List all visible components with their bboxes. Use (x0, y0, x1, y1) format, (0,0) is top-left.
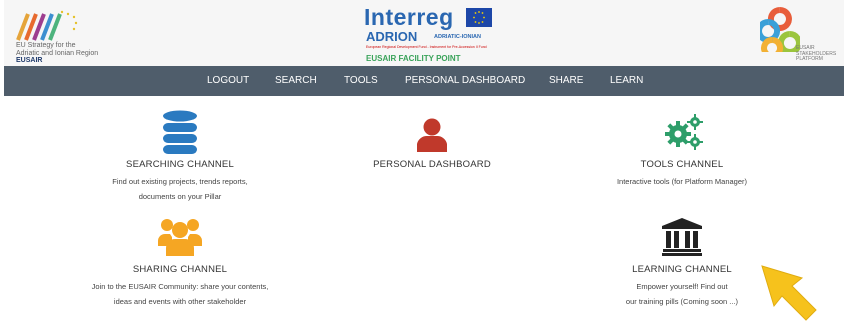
learning-channel-title[interactable]: LEARNING CHANNEL (582, 264, 782, 275)
sharing-channel-desc-2: ideas and events with other stakeholder (113, 297, 247, 306)
user-icon (417, 118, 447, 152)
interreg-title: Interreg (364, 4, 454, 30)
nav-share[interactable]: SHARE (549, 66, 583, 96)
searching-channel-desc-1: Find out existing projects, trends repor… (112, 177, 248, 186)
sharing-channel-title[interactable]: SHARING CHANNEL (70, 264, 290, 275)
tools-channel-desc-1: Interactive tools (for Platform Manager) (616, 177, 748, 186)
eusair-logo-graphic (16, 10, 78, 41)
site-header: EU Strategy for the Adriatic and Ionian R… (4, 0, 844, 66)
database-icon (163, 110, 197, 154)
searching-channel-title[interactable]: SEARCHING CHANNEL (80, 159, 280, 170)
users-group-icon (158, 219, 202, 256)
institution-icon (662, 218, 702, 256)
platform-logo-graphic (756, 7, 802, 59)
personal-dashboard-title[interactable]: PERSONAL DASHBOARD (332, 159, 532, 170)
eu-flag-icon (466, 8, 492, 27)
eusair-logo-text: EU Strategy for the Adriatic and Ionian R… (16, 42, 99, 64)
interreg-region: ADRIATIC-IONIAN (434, 34, 481, 40)
pointer-arrow-icon (761, 265, 817, 321)
nav-personal-dashboard[interactable]: PERSONAL DASHBOARD (405, 66, 525, 96)
nav-tools[interactable]: TOOLS (344, 66, 378, 96)
nav-search[interactable]: SEARCH (275, 66, 317, 96)
main-navigation: LOGOUT SEARCH TOOLS PERSONAL DASHBOARD S… (4, 66, 844, 96)
facility-point-label: EUSAIR FACILITY POINT (366, 54, 461, 63)
stakeholders-platform-logo[interactable]: EUSAIR STAKEHOLDERS PLATFORM (756, 6, 840, 66)
nav-learn[interactable]: LEARN (610, 66, 643, 96)
eusair-logo[interactable]: EU Strategy for the Adriatic and Ionian R… (14, 4, 114, 64)
interreg-program: ADRION (366, 29, 418, 44)
learning-channel-desc-2: our training pills (Coming soon ...) (625, 297, 739, 306)
platform-logo-text: EUSAIR STAKEHOLDERS PLATFORM (796, 45, 837, 62)
gears-icon (665, 114, 703, 150)
interreg-fund: European Regional Development Fund - Ins… (366, 45, 487, 49)
nav-logout[interactable]: LOGOUT (207, 66, 249, 96)
searching-channel-desc-2: documents on your Pillar (138, 192, 222, 201)
sharing-channel-desc-1: Join to the EUSAIR Community: share your… (91, 282, 269, 291)
interreg-adrion-logo[interactable]: Interreg ADRION ADRIATIC-IONIAN European… (364, 4, 504, 64)
tools-channel-title[interactable]: TOOLS CHANNEL (582, 159, 782, 170)
learning-channel-desc-1: Empower yourself! Find out (636, 282, 728, 291)
